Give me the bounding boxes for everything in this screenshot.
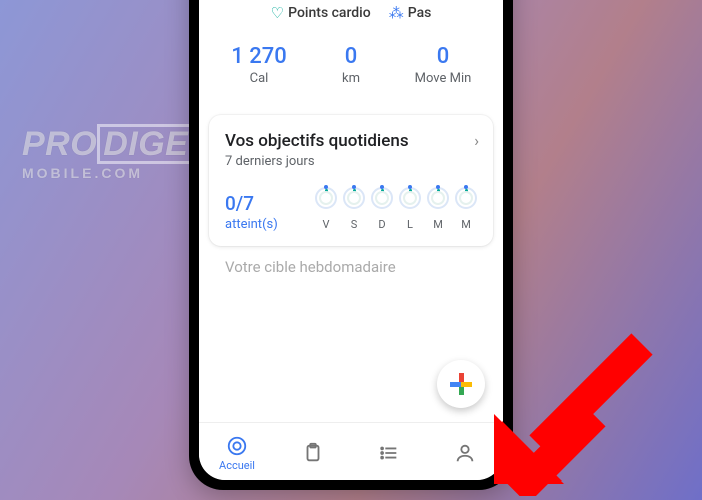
metric-distance[interactable]: 0 km	[316, 44, 386, 87]
phone-frame: 0 0 ♡ Points cardio ⁂ Pas 1 270 Cal	[189, 0, 513, 490]
metric-label: km	[316, 71, 386, 87]
goals-attained-label: atteint(s)	[225, 217, 278, 232]
background: PRODIGE MOBILE.COM 0 0 ♡ Points cardio	[0, 0, 702, 500]
next-card-peek: Votre cible hebdomadaire	[209, 254, 493, 280]
legend-steps: ⁂ Pas	[389, 4, 432, 22]
list-icon	[378, 442, 400, 464]
nav-home[interactable]: Accueil	[207, 435, 267, 472]
daily-goals-card[interactable]: › Vos objectifs quotidiens 7 derniers jo…	[209, 115, 493, 246]
nav-journal[interactable]	[283, 442, 343, 466]
legend-cardio-label: Points cardio	[288, 5, 371, 21]
clipboard-icon	[302, 442, 324, 464]
card-title: Vos objectifs quotidiens	[225, 131, 477, 151]
day-item: L	[399, 187, 421, 232]
target-icon	[226, 435, 248, 457]
legend: ♡ Points cardio ⁂ Pas	[199, 4, 503, 22]
bottom-navbar: Accueil	[199, 422, 503, 480]
days-row: V S D L M M	[315, 187, 477, 232]
metric-value: 0	[408, 44, 478, 69]
watermark: PRODIGE MOBILE.COM	[22, 124, 194, 180]
metric-label: Move Min	[408, 71, 478, 87]
metrics-row: 1 270 Cal 0 km 0 Move Min	[199, 44, 503, 87]
day-item: M	[455, 187, 477, 232]
nav-home-label: Accueil	[207, 459, 267, 472]
person-icon	[454, 442, 476, 464]
metric-moveminutes[interactable]: 0 Move Min	[408, 44, 478, 87]
plus-icon	[450, 373, 472, 395]
day-item: S	[343, 187, 365, 232]
metric-value: 0	[316, 44, 386, 69]
legend-cardio: ♡ Points cardio	[271, 4, 371, 22]
chevron-right-icon: ›	[474, 131, 479, 150]
legend-steps-label: Pas	[408, 5, 432, 21]
day-item: D	[371, 187, 393, 232]
phone-screen: 0 0 ♡ Points cardio ⁂ Pas 1 270 Cal	[199, 0, 503, 480]
nav-browse[interactable]	[359, 442, 419, 466]
day-item: M	[427, 187, 449, 232]
nav-profile[interactable]	[435, 442, 495, 466]
add-fab[interactable]	[437, 360, 485, 408]
goals-fraction: 0/7	[225, 192, 278, 215]
metric-calories[interactable]: 1 270 Cal	[224, 44, 294, 87]
metric-label: Cal	[224, 71, 294, 87]
card-subtitle: 7 derniers jours	[225, 154, 477, 169]
day-item: V	[315, 187, 337, 232]
metric-value: 1 270	[224, 44, 294, 69]
footsteps-icon: ⁂	[389, 4, 404, 22]
heart-icon: ♡	[271, 4, 284, 22]
